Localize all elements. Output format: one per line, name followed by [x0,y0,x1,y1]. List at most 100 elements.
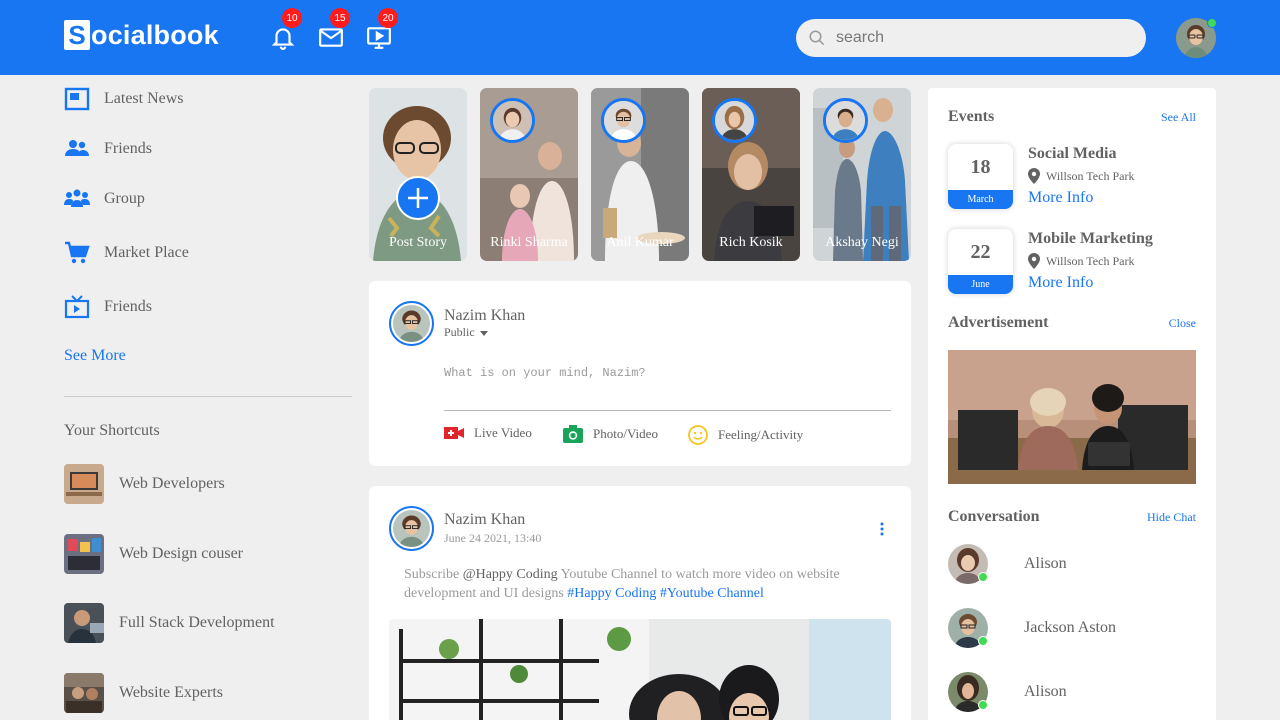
friends-icon [64,136,90,162]
story-label: Rinki Sharma [490,235,568,250]
more-vertical-icon [880,522,884,536]
post-text-part: Subscribe [404,567,463,582]
story-label: Akshay Negi [825,235,899,250]
event-location: Willson Tech Park [1028,168,1134,184]
shortcut-item[interactable]: Full Stack Development [64,603,275,643]
post-photo [389,619,891,720]
mention-link[interactable]: @Happy Coding [463,567,558,582]
sidebar-item-group[interactable]: Group [64,186,145,212]
divider [64,396,352,397]
top-navbar: S ocialbook 10 15 20 [0,0,1280,75]
event-date: 22 June [948,229,1013,294]
see-all-events-link[interactable]: See All [1161,110,1196,125]
sidebar-item-label: Group [104,190,145,207]
advertisement-image[interactable] [948,350,1196,484]
divider [444,410,891,411]
shortcuts-heading: Your Shortcuts [64,422,160,439]
search-input[interactable] [836,29,1116,47]
chat-contact[interactable]: Alison [948,544,1067,584]
hide-chat-link[interactable]: Hide Chat [1147,510,1196,525]
see-more-link[interactable]: See More [64,347,126,365]
contact-name: Alison [1024,555,1067,572]
sidebar-item-friends[interactable]: Friends [64,136,152,162]
story-label: Post Story [389,235,447,250]
post-image[interactable] [389,619,891,720]
group-icon [64,186,90,212]
notifications-badge: 10 [282,8,302,28]
story-item[interactable]: Rinki Sharma [480,88,578,261]
shortcut-label: Web Developers [119,475,225,492]
online-status-dot [978,572,988,582]
post-author[interactable]: Nazim Khan [444,511,525,529]
shortcut-item[interactable]: Website Experts [64,673,223,713]
sidebar-item-label: Market Place [104,244,189,261]
shortcut-thumbnail [64,464,104,504]
story-item[interactable]: Akshay Negi [813,88,911,261]
cart-icon [64,240,90,266]
story-avatar [712,98,757,143]
chat-contact[interactable]: Alison [948,672,1067,712]
online-status-dot [978,700,988,710]
messages-button[interactable]: 15 [318,8,350,50]
event-month: March [948,190,1013,209]
shortcut-item[interactable]: Web Developers [64,464,225,504]
event-day: 18 [970,156,991,178]
sidebar-item-label: Friends [104,140,152,157]
videos-button[interactable]: 20 [366,8,398,50]
story-label: Anil Kumar [606,235,674,250]
logo-mark: S [64,20,90,50]
notifications-button[interactable]: 10 [270,8,302,50]
sidebar-item-latest-news[interactable]: Latest News [64,86,184,112]
search-bar[interactable] [796,19,1146,57]
story-post[interactable]: Post Story [369,88,467,261]
event-location: Willson Tech Park [1028,253,1134,269]
shortcut-thumbnail [64,673,104,713]
feeling-activity-button[interactable]: Feeling/Activity [688,425,803,445]
composer-input[interactable]: What is on your mind, Nazim? [444,366,646,380]
story-avatar [490,98,535,143]
shortcut-item[interactable]: Web Design couser [64,534,243,574]
event-more-info-link[interactable]: More Info [1028,274,1093,292]
avatar[interactable] [389,506,434,551]
sidebar-item-watch[interactable]: Friends [64,294,152,320]
story-item[interactable]: Anil Kumar [591,88,689,261]
add-story-button[interactable] [396,176,440,220]
chat-contact[interactable]: Jackson Aston [948,608,1116,648]
event-location-text: Willson Tech Park [1046,253,1135,268]
advertisement-heading: Advertisement [948,314,1049,331]
sidebar-item-market-place[interactable]: Market Place [64,240,189,266]
photo-video-button[interactable]: Photo/Video [563,425,658,443]
post-date: June 24 2021, 13:40 [444,531,542,545]
plus-icon [408,188,428,208]
composer-user-name: Nazim Khan [444,307,526,324]
action-label: Live Video [474,425,532,440]
location-pin-icon [1028,253,1040,269]
shortcut-thumbnail [64,603,104,643]
event-title: Social Media [1028,145,1117,162]
privacy-selector[interactable]: Public [444,325,489,340]
caret-down-icon [479,330,488,336]
search-icon [809,30,825,46]
avatar[interactable] [389,301,434,346]
hashtag-link[interactable]: #Happy Coding [567,586,656,601]
ad-photo [948,350,1196,484]
videos-badge: 20 [378,8,398,28]
post-composer: Nazim Khan Public What is on your mind, … [369,281,911,466]
close-ad-link[interactable]: Close [1169,316,1196,331]
messages-badge: 15 [330,8,350,28]
event-day: 22 [970,241,991,263]
right-sidebar: Events See All 18 March Social Media Wil… [928,88,1216,720]
post-menu-button[interactable] [877,521,887,542]
hashtag-link[interactable]: #Youtube Channel [656,586,764,601]
story-label: Rich Kosik [719,235,783,250]
logo[interactable]: S ocialbook [64,19,219,51]
live-video-button[interactable]: Live Video [444,425,532,441]
event-more-info-link[interactable]: More Info [1028,189,1093,207]
story-avatar [601,98,646,143]
contact-name: Alison [1024,683,1067,700]
shortcut-label: Website Experts [119,684,224,701]
event-title: Mobile Marketing [1028,230,1153,247]
shortcut-label: Full Stack Development [119,614,275,631]
story-item[interactable]: Rich Kosik [702,88,800,261]
location-pin-icon [1028,168,1040,184]
